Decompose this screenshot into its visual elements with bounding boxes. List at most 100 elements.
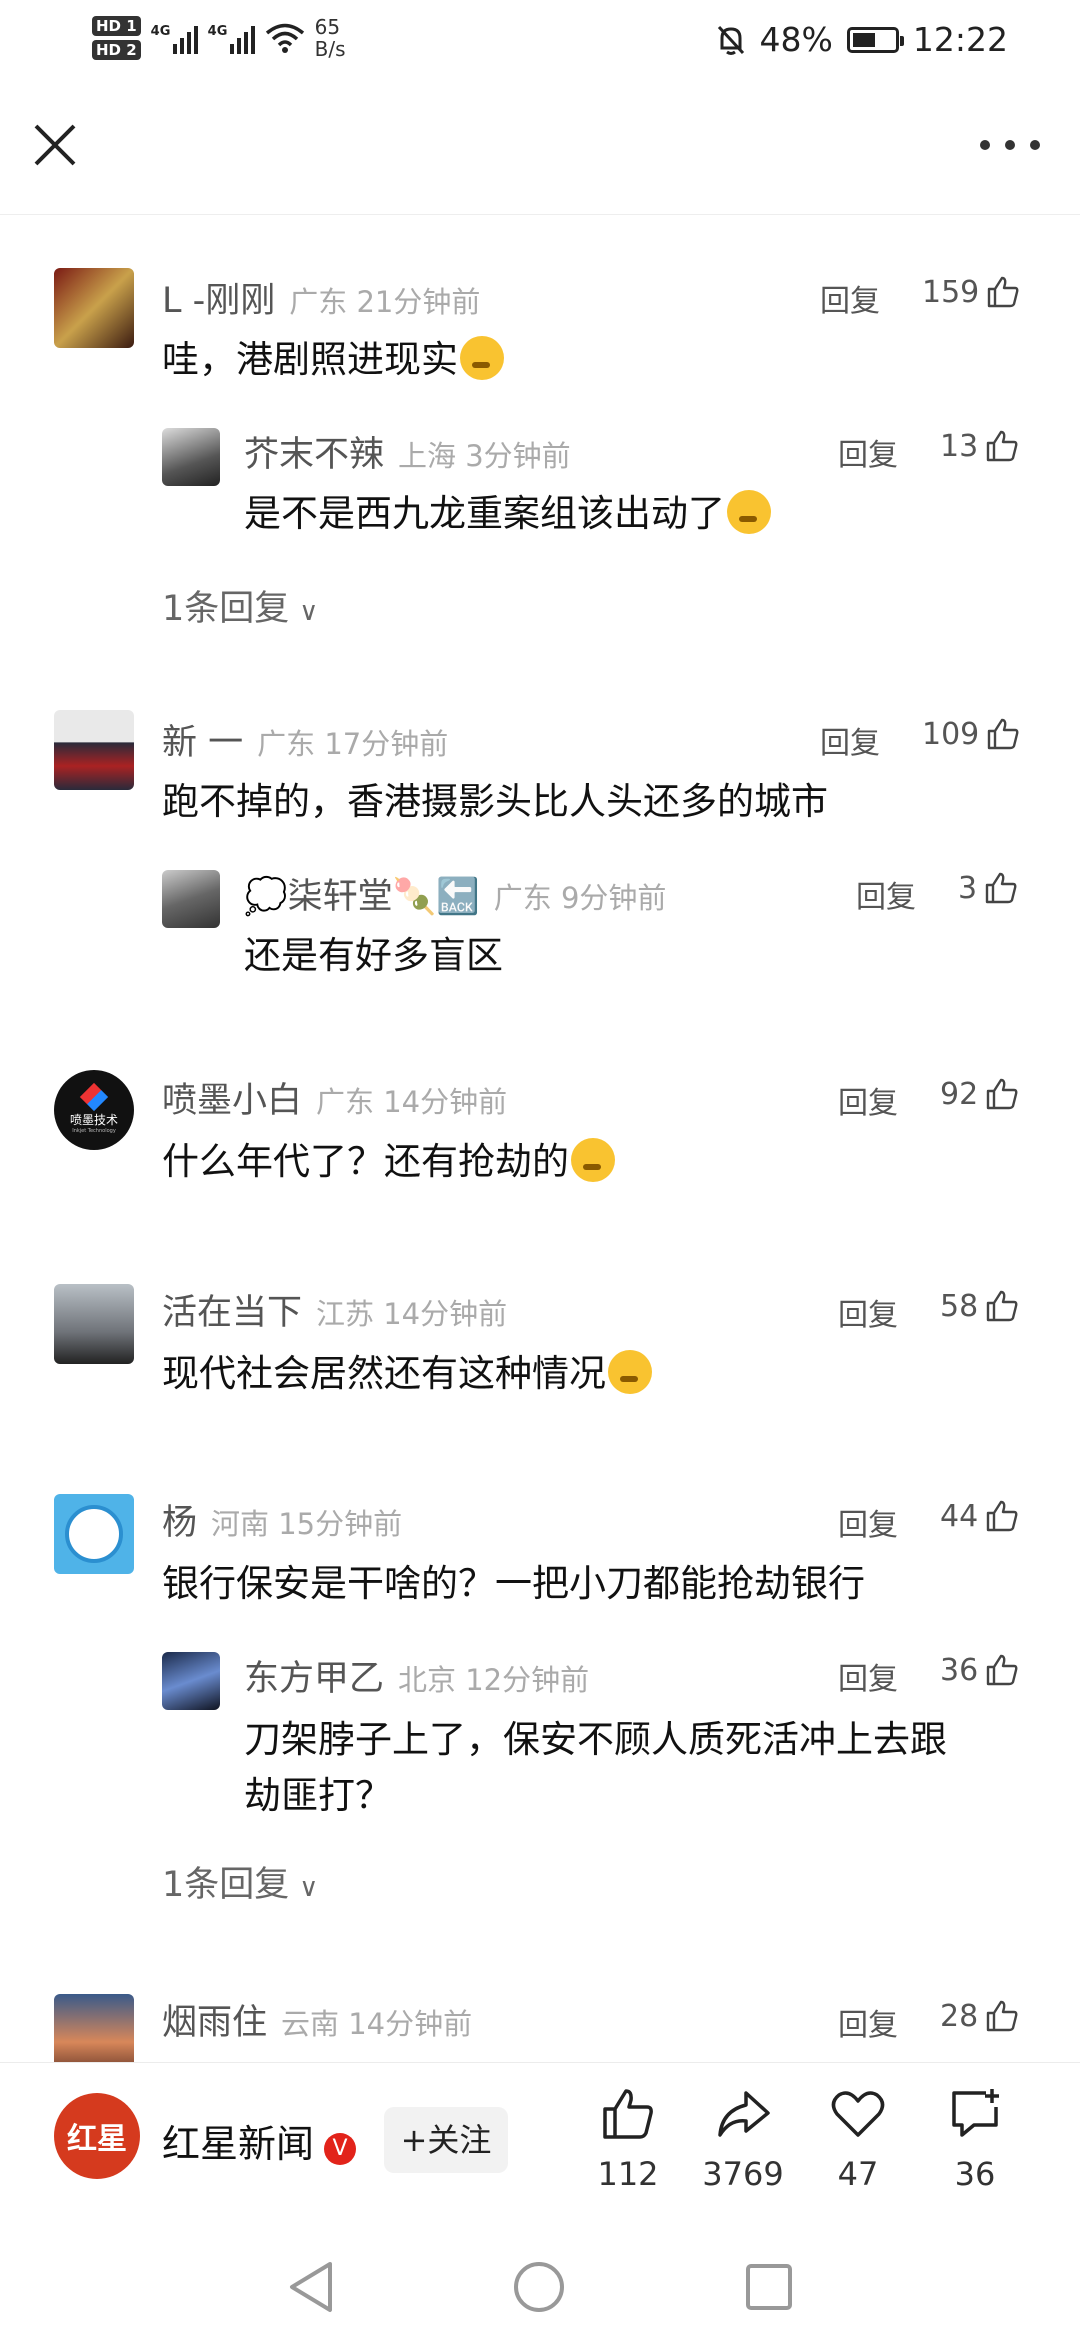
share-icon: [718, 2091, 770, 2137]
more-options-icon[interactable]: [980, 128, 1040, 162]
reply-author[interactable]: 芥末不辣 上海 3分钟前: [244, 426, 571, 477]
comment-meta: 广东 14分钟前: [316, 1085, 508, 1119]
clock: 12:22: [912, 20, 1008, 59]
reply-button[interactable]: 回复: [838, 430, 898, 474]
comment-meta: 云南 14分钟前: [281, 2007, 473, 2041]
avatar[interactable]: [162, 1652, 220, 1710]
avatar[interactable]: [54, 1494, 134, 1574]
reply-button[interactable]: 回复: [838, 1290, 898, 1334]
back-nav-icon[interactable]: [286, 2260, 336, 2314]
wifi-icon: [265, 23, 304, 53]
like-count: 159: [922, 274, 980, 310]
comment-text: 什么年代了？还有抢劫的: [162, 1134, 615, 1190]
signal-icon: 4G: [151, 22, 198, 54]
hd-indicator: HD 1 HD 2: [92, 16, 141, 60]
comment-text: 跑不掉的，香港摄影头比人头还多的城市: [162, 780, 828, 823]
like-count: 13: [940, 428, 979, 464]
publisher-logo[interactable]: 红星: [54, 2093, 140, 2179]
comment-text: 银行保安是干啥的？一把小刀都能抢劫银行: [162, 1562, 865, 1605]
like-button[interactable]: 36: [940, 1652, 1020, 1688]
expand-replies-button[interactable]: 1条回复 ∨: [162, 580, 318, 631]
comment-author[interactable]: 活在当下 江苏 14分钟前: [162, 1284, 507, 1335]
avatar[interactable]: [54, 268, 134, 348]
bottom-action-bar: 红星 红星新闻 V +关注 112 3769 47 36: [0, 2062, 1080, 2233]
comment-author[interactable]: L -刚刚 广东 21分钟前: [162, 272, 480, 323]
signal-icon-2: 4G: [208, 22, 255, 54]
comment-item: 活在当下 江苏 14分钟前 回复 58 现代社会居然还有这种情况: [0, 1280, 1080, 1430]
reply-button[interactable]: 回复: [838, 1500, 898, 1544]
like-button[interactable]: 44: [940, 1498, 1020, 1534]
reply-text: 还是有好多盲区: [244, 934, 503, 977]
comment-meta: 河南 15分钟前: [211, 1507, 403, 1541]
comment-author[interactable]: 新 一广东 17分钟前: [162, 714, 448, 765]
like-button[interactable]: 58: [940, 1288, 1020, 1324]
like-count: 109: [922, 716, 980, 752]
like-button[interactable]: 159: [922, 274, 1021, 310]
thumbs-up-icon: [603, 2089, 653, 2139]
reply-meta: 北京 12分钟前: [398, 1663, 590, 1697]
reply-text: 是不是西九龙重案组该出动了: [244, 486, 771, 542]
thumbs-up-icon: [986, 1500, 1018, 1532]
like-button[interactable]: 3: [958, 870, 1019, 906]
comment-item: L -刚刚 广东 21分钟前 回复 159 哇，港剧照进现实 芥末不辣 上海 3分钟…: [0, 262, 1080, 642]
comment-item: 烟雨住 云南 14分钟前 回复 28: [0, 1990, 1080, 2062]
comment-item: 喷墨技术 Inkjet Technology 喷墨小白 广东 14分钟前 回复 9…: [0, 1068, 1080, 1218]
chevron-down-icon: ∨: [299, 1873, 319, 1903]
battery-icon: [846, 26, 904, 53]
reply-button[interactable]: 回复: [820, 718, 880, 762]
thumbs-up-icon: [986, 1078, 1018, 1110]
follow-button[interactable]: +关注: [384, 2107, 508, 2173]
like-action-button[interactable]: 112: [578, 2085, 678, 2193]
thumbs-up-icon: [986, 1290, 1018, 1322]
like-button[interactable]: 92: [940, 1076, 1020, 1112]
publisher-name[interactable]: 红星新闻 V: [162, 2113, 357, 2168]
reply-button[interactable]: 回复: [820, 276, 880, 320]
reply-button[interactable]: 回复: [856, 872, 916, 916]
favorite-action-button[interactable]: 47: [808, 2085, 908, 2193]
reply-button[interactable]: 回复: [838, 1654, 898, 1698]
avatar[interactable]: [54, 710, 134, 790]
reply-author[interactable]: 东方甲乙 北京 12分钟前: [244, 1650, 589, 1701]
comment-author[interactable]: 烟雨住 云南 14分钟前: [162, 1994, 472, 2045]
comment-add-icon: [952, 2089, 999, 2137]
comment-meta: 广东 17分钟前: [257, 727, 449, 761]
avatar[interactable]: [162, 428, 220, 486]
mute-bell-icon: [717, 25, 744, 55]
thumbs-up-icon: [986, 2000, 1018, 2032]
chevron-down-icon: ∨: [299, 597, 319, 627]
reply-button[interactable]: 回复: [838, 1078, 898, 1122]
comment-meta: 江苏 14分钟前: [316, 1297, 508, 1331]
avatar[interactable]: [54, 1994, 134, 2062]
close-icon[interactable]: [30, 120, 80, 170]
comment-text: 哇，港剧照进现实: [162, 332, 504, 388]
comment-action-button[interactable]: 36: [925, 2085, 1025, 2193]
verified-badge-icon: V: [324, 2133, 357, 2165]
share-action-button[interactable]: 3769: [693, 2085, 793, 2193]
like-count: 28: [940, 1998, 979, 2034]
like-count: 36: [940, 1652, 979, 1688]
laugh-emoji-icon: [460, 336, 504, 380]
flushed-emoji-icon: [608, 1350, 652, 1394]
expand-replies-button[interactable]: 1条回复 ∨: [162, 1856, 318, 1907]
recents-nav-icon[interactable]: [744, 2262, 794, 2312]
reply-text: 刀架脖子上了，保安不顾人质死活冲上去跟 劫匪打？: [244, 1718, 947, 1817]
battery-percent: 48%: [759, 20, 833, 59]
top-nav: [0, 90, 1080, 215]
thumbs-up-icon: [986, 1654, 1018, 1686]
home-nav-icon[interactable]: [512, 2260, 566, 2314]
comment-author[interactable]: 杨河南 15分钟前: [162, 1494, 402, 1545]
like-button[interactable]: 109: [922, 716, 1021, 752]
reply-author[interactable]: 💭柒轩堂🍡🔙 广东 9分钟前: [244, 868, 666, 919]
thumbs-up-icon: [988, 718, 1019, 750]
thumbs-up-icon: [988, 276, 1019, 308]
heart-icon: [831, 2091, 885, 2137]
like-button[interactable]: 28: [940, 1998, 1020, 2034]
reply-button[interactable]: 回复: [838, 2000, 898, 2044]
thumbs-up-icon: [985, 872, 1017, 904]
like-button[interactable]: 13: [940, 428, 1020, 464]
avatar[interactable]: 喷墨技术 Inkjet Technology: [54, 1070, 134, 1150]
avatar[interactable]: [162, 870, 220, 928]
avatar[interactable]: [54, 1284, 134, 1364]
comment-author[interactable]: 喷墨小白 广东 14分钟前: [162, 1072, 507, 1123]
like-count: 58: [940, 1288, 979, 1324]
